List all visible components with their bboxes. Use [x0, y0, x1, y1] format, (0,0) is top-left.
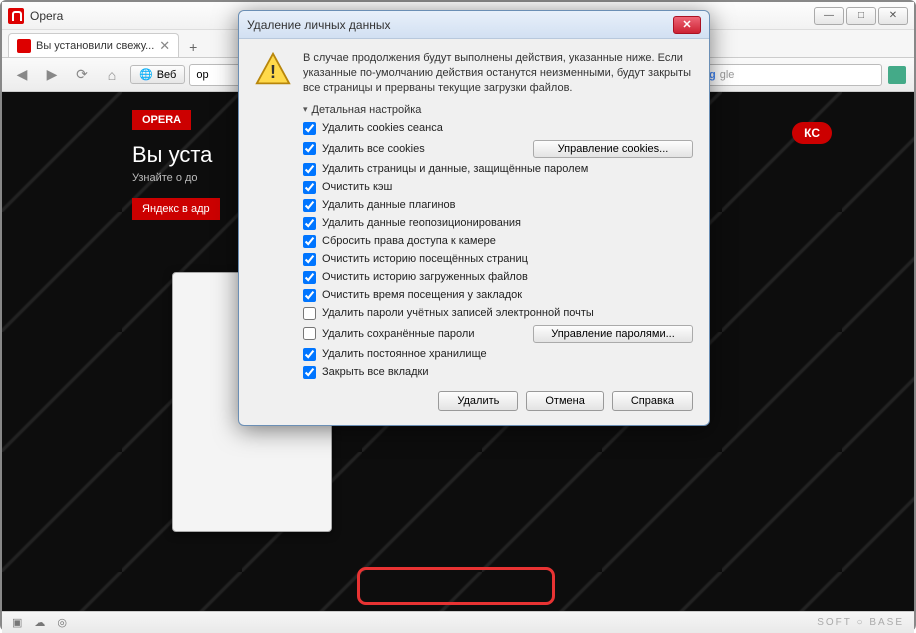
option-row: Очистить кэш	[303, 181, 693, 194]
opera-logo-text: OPERA	[132, 110, 191, 130]
status-bar: ▣ ☁ ◎ SOFT ○ BASE	[2, 611, 914, 633]
option-row: Удалить данные геопозиционирования	[303, 217, 693, 230]
option-row: Удалить пароли учётных записей электронн…	[303, 307, 693, 320]
option-label: Удалить все cookies	[322, 143, 425, 155]
option-label: Удалить cookies сеанса	[322, 122, 443, 134]
hero-heading: Вы уста	[132, 142, 220, 168]
option-label: Удалить сохранённые пароли	[322, 328, 474, 340]
option-row: Удалить все cookies Управление cookies...	[303, 140, 693, 158]
detail-toggle-label: Детальная настройка	[312, 104, 422, 116]
option-row: Удалить cookies сеанса	[303, 122, 693, 135]
option-row: Удалить сохранённые пароли Управление пар…	[303, 325, 693, 343]
option-row: Удалить постоянное хранилище	[303, 348, 693, 361]
option-label: Удалить данные геопозиционирования	[322, 217, 521, 229]
globe-icon: 🌐	[139, 68, 153, 81]
option-label: Удалить пароли учётных записей электронн…	[322, 307, 594, 319]
help-button[interactable]: Справка	[612, 391, 693, 411]
dialog-close-button[interactable]: ✕	[673, 16, 701, 34]
delete-private-data-dialog: Удаление личных данных ✕ ! В случае прод…	[238, 10, 710, 426]
option-row: Очистить историю загруженных файлов	[303, 271, 693, 284]
option-row: Удалить данные плагинов	[303, 199, 693, 212]
home-button[interactable]: ⌂	[100, 63, 124, 87]
search-box[interactable]: g gle	[702, 64, 882, 86]
yandex-button[interactable]: Яндекс в адр	[132, 198, 220, 220]
forward-button[interactable]: ▶	[40, 63, 64, 87]
opera-icon	[8, 8, 24, 24]
option-checkbox[interactable]	[303, 271, 316, 284]
option-checkbox[interactable]	[303, 253, 316, 266]
option-checkbox[interactable]	[303, 163, 316, 176]
manage-passwords-button[interactable]: Управление паролями...	[533, 325, 693, 343]
window-close-button[interactable]: ✕	[878, 7, 908, 25]
rus-badge: КС	[792, 122, 832, 144]
option-label: Удалить данные плагинов	[322, 199, 456, 211]
opera-icon	[17, 39, 31, 53]
option-checkbox[interactable]	[303, 327, 316, 340]
option-label: Удалить постоянное хранилище	[322, 348, 487, 360]
manage-cookies-button[interactable]: Управление cookies...	[533, 140, 693, 158]
option-label: Очистить историю загруженных файлов	[322, 271, 528, 283]
option-label: Очистить время посещения у закладок	[322, 289, 522, 301]
option-label: Закрыть все вкладки	[322, 366, 429, 378]
option-checkbox[interactable]	[303, 366, 316, 379]
dialog-titlebar: Удаление личных данных ✕	[239, 11, 709, 39]
option-checkbox[interactable]	[303, 348, 316, 361]
search-placeholder: gle	[720, 69, 735, 81]
hero-subheading: Узнайте о до	[132, 172, 220, 184]
warning-icon: !	[255, 51, 291, 87]
option-label: Сбросить права доступа к камере	[322, 235, 496, 247]
window-minimize-button[interactable]: —	[814, 7, 844, 25]
option-label: Удалить страницы и данные, защищённые па…	[322, 163, 588, 175]
reload-button[interactable]: ⟳	[70, 63, 94, 87]
option-checkbox[interactable]	[303, 142, 316, 155]
triangle-down-icon: ▾	[303, 104, 308, 115]
window-title: Opera	[30, 9, 63, 23]
option-checkbox[interactable]	[303, 199, 316, 212]
option-label: Очистить кэш	[322, 181, 392, 193]
watermark: SOFT ○ BASE	[817, 617, 904, 628]
cancel-button[interactable]: Отмена	[526, 391, 603, 411]
option-checkbox[interactable]	[303, 307, 316, 320]
tab-close-button[interactable]: ✕	[159, 38, 170, 54]
panel-icon[interactable]: ▣	[12, 616, 22, 629]
address-scope-button[interactable]: 🌐 Веб	[130, 65, 185, 84]
detail-toggle[interactable]: ▾ Детальная настройка	[303, 104, 693, 116]
option-checkbox[interactable]	[303, 289, 316, 302]
option-row: Очистить время посещения у закладок	[303, 289, 693, 302]
extension-icon[interactable]	[888, 66, 906, 84]
cloud-icon[interactable]: ☁	[34, 616, 45, 629]
delete-button[interactable]: Удалить	[438, 391, 518, 411]
option-checkbox[interactable]	[303, 235, 316, 248]
option-row: Закрыть все вкладки	[303, 366, 693, 379]
sync-icon[interactable]: ◎	[57, 616, 67, 629]
option-label: Очистить историю посещённых страниц	[322, 253, 528, 265]
new-tab-button[interactable]: +	[183, 37, 203, 57]
back-button[interactable]: ◀	[10, 63, 34, 87]
option-row: Очистить историю посещённых страниц	[303, 253, 693, 266]
svg-text:!: !	[270, 62, 276, 82]
option-checkbox[interactable]	[303, 181, 316, 194]
option-row: Удалить страницы и данные, защищённые па…	[303, 163, 693, 176]
option-row: Сбросить права доступа к камере	[303, 235, 693, 248]
option-checkbox[interactable]	[303, 122, 316, 135]
dialog-title: Удаление личных данных	[247, 18, 390, 32]
address-scope-label: Веб	[157, 69, 177, 81]
dialog-info-text: В случае продолжения будут выполнены дей…	[303, 51, 693, 96]
option-checkbox[interactable]	[303, 217, 316, 230]
google-icon: g	[709, 69, 716, 81]
browser-tab[interactable]: Вы установили свежу... ✕	[8, 33, 179, 57]
window-maximize-button[interactable]: □	[846, 7, 876, 25]
tab-title: Вы установили свежу...	[36, 40, 154, 52]
